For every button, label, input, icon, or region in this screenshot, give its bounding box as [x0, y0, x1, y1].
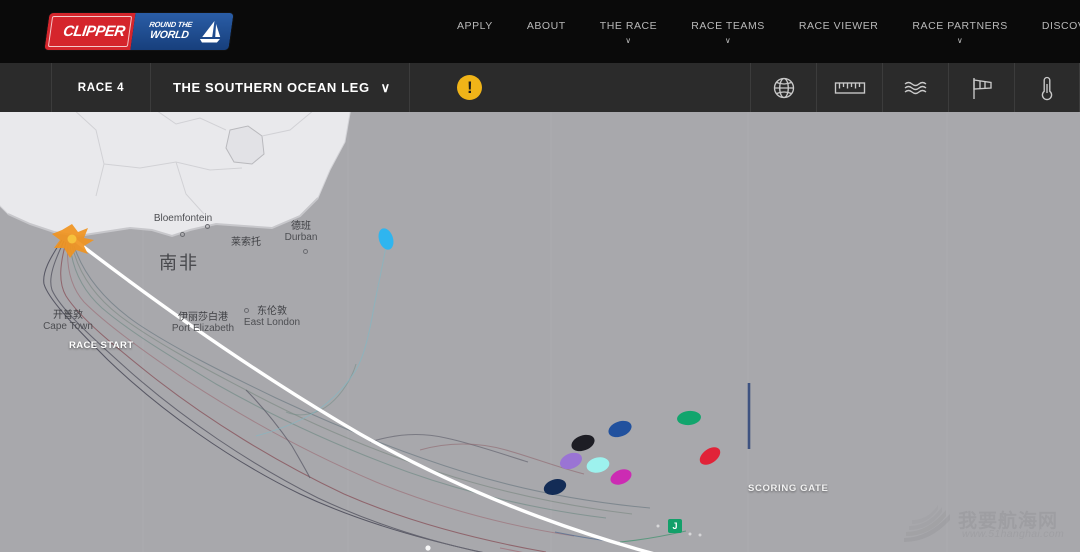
nav-item-race-viewer[interactable]: RACE VIEWER: [782, 20, 896, 32]
logo-primary-text: CLIPPER: [62, 23, 126, 40]
race-number-label[interactable]: RACE 4: [51, 63, 151, 112]
race-number-text: RACE 4: [77, 81, 125, 94]
nav-items: APPLY ABOUT THE RACE ∨ RACE TEAMS ∨ RACE…: [440, 0, 1080, 63]
race-route-line: [70, 236, 655, 552]
boat-navy: [543, 479, 567, 495]
race-start-label: RACE START: [69, 340, 134, 351]
distance-ruler-button[interactable]: [816, 63, 882, 112]
boat-royal-blue: [608, 420, 632, 438]
place-dot-east-london: [244, 308, 249, 313]
nav-item-race-partners[interactable]: RACE PARTNERS ∨: [895, 20, 1024, 45]
wind-layer-button[interactable]: [948, 63, 1014, 112]
nav-item-the-race[interactable]: THE RACE ∨: [583, 20, 675, 45]
leg-selector[interactable]: THE SOUTHERN OCEAN LEG ∨: [151, 63, 410, 112]
place-dot-durban: [303, 249, 308, 254]
logo-secondary-line2: WORLD: [149, 28, 190, 41]
chevron-down-icon: ∨: [625, 36, 632, 45]
nav-item-apply[interactable]: APPLY: [440, 20, 510, 32]
waves-icon: [904, 81, 926, 94]
boat-black: [571, 434, 595, 452]
place-dot-port-elizabeth: [205, 224, 210, 229]
boat-badge-j[interactable]: J: [668, 519, 682, 533]
boat-magenta: [610, 469, 632, 485]
map-waypoint-dot: [425, 545, 431, 551]
nav-item-label: APPLY: [457, 20, 493, 32]
logo-secondary-line1: ROUND THE: [148, 20, 193, 29]
boat-cyan: [378, 228, 394, 250]
boat-purple: [559, 452, 583, 470]
map-waypoint-dot: [656, 524, 660, 528]
sailboat-icon: [199, 21, 221, 43]
nav-item-label: RACE PARTNERS: [912, 20, 1008, 32]
ruler-icon: [834, 81, 865, 94]
warning-glyph: !: [466, 78, 473, 97]
boat-red: [699, 447, 721, 465]
race-alert-button[interactable]: !: [410, 63, 530, 112]
landmass-south-africa: [0, 112, 351, 238]
nav-item-label: ABOUT: [526, 20, 566, 32]
nav-item-label: DISCOVER MORE: [1041, 20, 1080, 32]
thermometer-icon: [1041, 76, 1053, 100]
map-canvas: [0, 112, 948, 552]
nav-item-about[interactable]: ABOUT: [510, 20, 583, 32]
temperature-layer-button[interactable]: [1014, 63, 1080, 112]
scoring-gate-label: SCORING GATE: [748, 483, 829, 494]
map-waypoint-dot: [688, 532, 692, 536]
nav-item-label: RACE TEAMS: [691, 20, 765, 32]
globe-layer-button[interactable]: [750, 63, 816, 112]
nav-item-race-teams[interactable]: RACE TEAMS ∨: [674, 20, 782, 45]
warning-icon: !: [457, 75, 483, 100]
race-viewer-page: CLIPPER ROUND THE WORLD APPLY ABOUT THE …: [0, 0, 1080, 552]
map-waypoint-dot: [698, 533, 702, 537]
boat-aqua: [586, 457, 610, 473]
windsock-icon: [972, 77, 992, 99]
nav-item-discover-more[interactable]: DISCOVER MORE ∨: [1025, 20, 1080, 32]
nav-item-label: RACE VIEWER: [798, 20, 879, 32]
place-dot-bloemfontein: [180, 232, 185, 237]
boat-green-j: [677, 410, 701, 426]
logo-secondary-text: ROUND THE WORLD: [138, 20, 203, 41]
globe-icon: [773, 77, 794, 98]
top-navigation-bar: CLIPPER ROUND THE WORLD APPLY ABOUT THE …: [0, 0, 1080, 63]
leg-selector-label: THE SOUTHERN OCEAN LEG: [173, 80, 370, 95]
race-toolbar: RACE 4 THE SOUTHERN OCEAN LEG ∨ !: [0, 63, 1080, 112]
nav-item-label: THE RACE: [599, 20, 658, 32]
chevron-down-icon: ∨: [956, 36, 964, 45]
clipper-logo[interactable]: CLIPPER ROUND THE WORLD: [44, 13, 234, 50]
chevron-down-icon: ∨: [724, 36, 732, 45]
race-map[interactable]: Bloemfontein 德班 Durban 莱索托 南非 开普敦 Cape T…: [0, 112, 1080, 552]
chevron-down-icon: ∨: [380, 79, 391, 95]
sea-state-button[interactable]: [882, 63, 948, 112]
boat-markers: [378, 228, 721, 495]
